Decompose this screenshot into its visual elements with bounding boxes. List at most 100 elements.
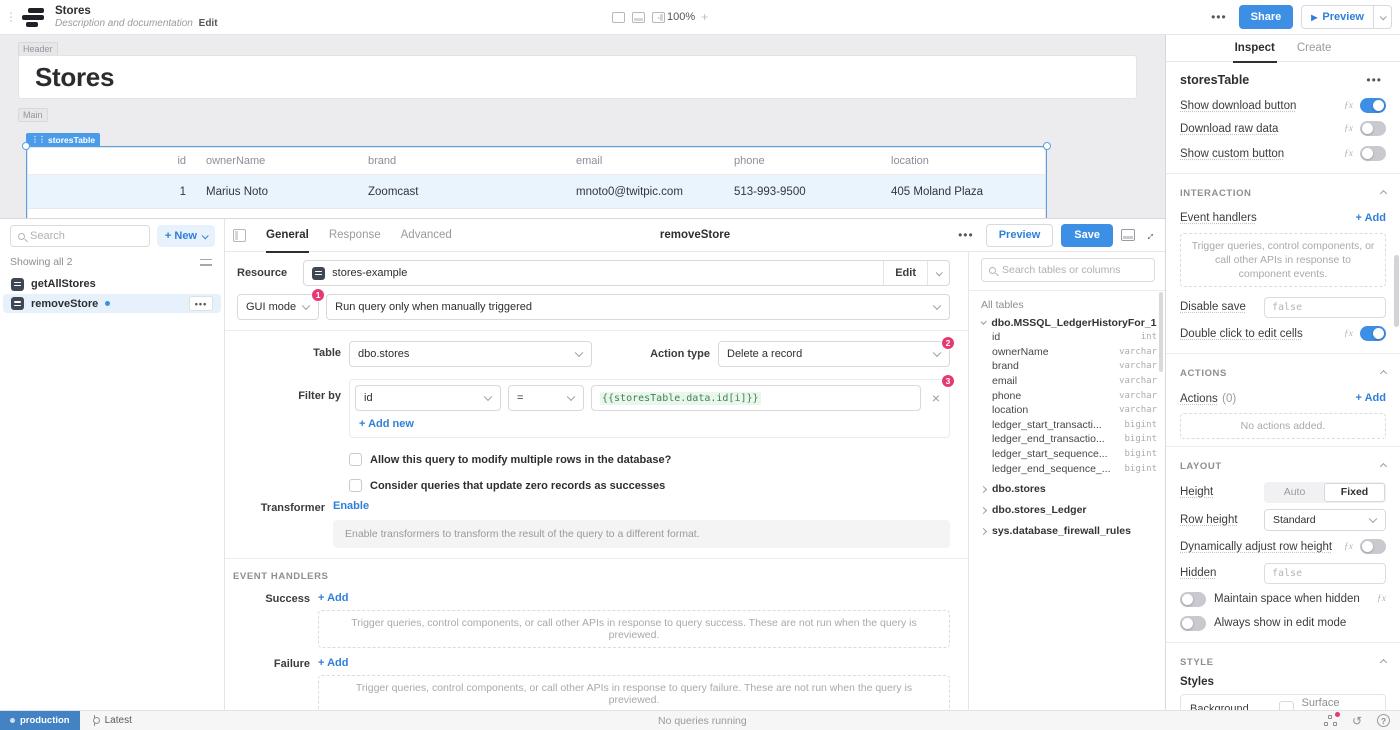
cell-ownername[interactable]: Marius Noto	[196, 186, 358, 198]
show-custom-button-toggle[interactable]	[1360, 146, 1386, 161]
query-search-box[interactable]	[10, 225, 150, 247]
collapse-section-icon[interactable]	[1380, 189, 1387, 196]
zero-records-checkbox[interactable]	[349, 479, 362, 492]
failure-add-link[interactable]: + Add	[318, 657, 348, 669]
row-height-select[interactable]: Standard	[1264, 509, 1386, 531]
fx-icon[interactable]: ƒx	[1344, 329, 1353, 339]
resource-edit-button[interactable]: Edit	[883, 261, 927, 285]
cell-id[interactable]: 1	[28, 186, 196, 198]
environment-badge[interactable]: production	[0, 711, 80, 730]
schema-table-collapsed[interactable]: sys.database_firewall_rules	[981, 524, 1157, 539]
column-header[interactable]: location	[881, 155, 1045, 167]
tab-create[interactable]: Create	[1297, 35, 1332, 62]
query-item-removestore[interactable]: removeStore •••	[3, 294, 221, 313]
filter-operator-select[interactable]: =	[508, 385, 584, 411]
cell-location[interactable]: 405 Moland Plaza	[881, 186, 1045, 198]
query-search-input[interactable]	[30, 230, 142, 242]
style-row-background[interactable]: Background Surface primary	[1181, 695, 1385, 710]
resize-handle-right[interactable]	[1043, 142, 1051, 150]
column-header[interactable]: id	[28, 155, 196, 167]
zoom-in-button[interactable]: +	[701, 10, 708, 24]
preview-dropdown-button[interactable]	[1373, 6, 1391, 28]
column-header[interactable]: ownerName	[196, 155, 358, 167]
new-query-button[interactable]: + New	[157, 225, 215, 247]
cell-email[interactable]: mnoto0@twitpic.com	[566, 186, 724, 198]
cell-brand[interactable]: Zoomcast	[358, 186, 566, 198]
add-event-handler-link[interactable]: + Add	[1356, 212, 1386, 224]
schema-field[interactable]: ownerNamevarchar	[981, 345, 1157, 360]
table-row-clipped[interactable]	[28, 209, 1045, 218]
schema-field[interactable]: emailvarchar	[981, 374, 1157, 389]
query-item-getallstores[interactable]: getAllStores	[3, 275, 221, 293]
collapse-section-icon[interactable]	[1380, 462, 1387, 469]
filter-expression-input[interactable]: {{storesTable.data.id[i]}}	[591, 385, 921, 411]
selected-component-name[interactable]: storesTable	[1180, 73, 1249, 87]
height-auto-option[interactable]: Auto	[1265, 483, 1324, 502]
retool-logo[interactable]	[20, 7, 46, 27]
schema-field[interactable]: brandvarchar	[981, 359, 1157, 374]
stores-table-component[interactable]: id ownerName brand email phone location …	[27, 147, 1046, 218]
gui-mode-select[interactable]: GUI mode	[237, 294, 319, 320]
toggle-left-panel-icon[interactable]	[612, 12, 625, 23]
query-preview-button[interactable]: Preview	[986, 224, 1054, 247]
collapse-section-icon[interactable]	[1380, 369, 1387, 376]
expand-editor-icon[interactable]: ↔	[1140, 226, 1158, 244]
run-mode-select[interactable]: Run query only when manually triggered	[326, 294, 950, 320]
filter-field-select[interactable]: id	[355, 385, 501, 411]
always-show-toggle[interactable]	[1180, 616, 1206, 631]
query-more-button[interactable]: •••	[189, 296, 213, 311]
cell-phone[interactable]: 513-993-9500	[724, 186, 881, 198]
resource-select[interactable]: stores-example Edit	[303, 260, 950, 286]
share-button[interactable]: Share	[1239, 5, 1294, 29]
schema-search-box[interactable]	[981, 258, 1155, 282]
query-save-button[interactable]: Save	[1061, 224, 1113, 247]
query-more-button[interactable]: •••	[954, 226, 978, 244]
zoom-level[interactable]: 100%	[667, 11, 695, 23]
schema-table-collapsed[interactable]: dbo.stores	[981, 482, 1157, 497]
help-icon[interactable]: ?	[1377, 714, 1390, 727]
disable-save-input[interactable]	[1264, 297, 1386, 318]
tab-general[interactable]: General	[256, 219, 319, 252]
fx-icon[interactable]: ƒx	[1344, 124, 1353, 134]
fx-icon[interactable]: ƒx	[1344, 101, 1353, 111]
schema-field[interactable]: ledger_end_sequence_...bigint	[981, 461, 1157, 476]
preview-button[interactable]: ▶Preview	[1301, 5, 1392, 29]
hidden-input[interactable]	[1264, 563, 1386, 584]
component-more-button[interactable]: •••	[1362, 71, 1386, 89]
inspector-scrollbar[interactable]	[1394, 255, 1399, 327]
action-type-select[interactable]: Delete a record 2	[718, 341, 950, 367]
fx-icon[interactable]: ƒx	[1344, 542, 1353, 552]
column-header[interactable]: email	[566, 155, 724, 167]
maintain-space-toggle[interactable]	[1180, 592, 1206, 607]
table-select[interactable]: dbo.stores	[349, 341, 592, 367]
fx-icon[interactable]: ƒx	[1344, 149, 1353, 159]
schema-table-expanded[interactable]: dbo.MSSQL_LedgerHistoryFor_15255...	[981, 315, 1157, 330]
allow-multiple-rows-checkbox[interactable]	[349, 453, 362, 466]
toggle-bottom-panel-icon[interactable]	[632, 12, 645, 23]
resize-handle-left[interactable]	[22, 142, 30, 150]
history-icon[interactable]: ↺	[1352, 715, 1362, 727]
schema-field[interactable]: phonevarchar	[981, 388, 1157, 403]
schema-table-collapsed[interactable]: dbo.stores_Ledger	[981, 503, 1157, 518]
resource-chevron[interactable]	[927, 261, 949, 285]
remove-filter-icon[interactable]: ×	[928, 390, 944, 406]
main-frame-tag[interactable]: Main	[18, 108, 48, 122]
add-filter-link[interactable]: + Add new	[359, 418, 944, 430]
collapse-sidebar-icon[interactable]	[233, 229, 246, 242]
download-raw-data-toggle[interactable]	[1360, 121, 1386, 136]
filter-icon[interactable]	[200, 258, 212, 267]
schema-field[interactable]: ledger_end_transactio...bigint	[981, 432, 1157, 447]
debug-tools-icon[interactable]	[1324, 715, 1337, 726]
color-swatch[interactable]	[1279, 701, 1294, 710]
column-header[interactable]: brand	[358, 155, 566, 167]
transformer-enable-link[interactable]: Enable	[333, 500, 369, 512]
version-label[interactable]: Latest	[91, 715, 132, 726]
schema-field[interactable]: ledger_start_transacti...bigint	[981, 418, 1157, 433]
collapse-section-icon[interactable]	[1380, 658, 1387, 665]
schema-scrollbar[interactable]	[1159, 292, 1163, 372]
height-fixed-option[interactable]: Fixed	[1324, 483, 1385, 502]
show-download-button-toggle[interactable]	[1360, 98, 1386, 113]
double-click-edit-toggle[interactable]	[1360, 326, 1386, 341]
page-title[interactable]: Stores	[35, 62, 114, 93]
tab-advanced[interactable]: Advanced	[391, 219, 462, 252]
